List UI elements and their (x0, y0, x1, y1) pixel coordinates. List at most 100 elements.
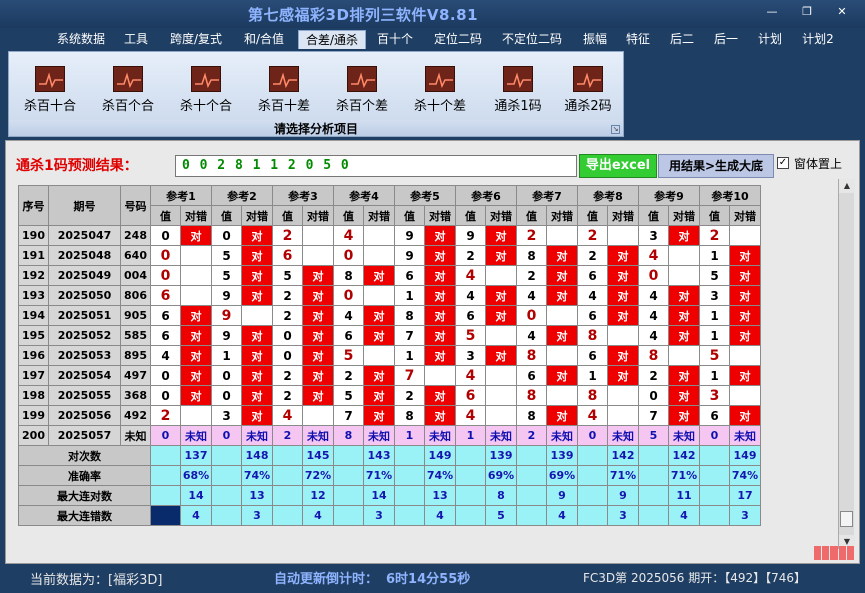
minimize-icon[interactable]: — (761, 4, 783, 20)
stats-label: 准确率 (18, 465, 151, 486)
menu-features[interactable]: 特征 (620, 30, 656, 49)
kill-hundreds-units-sum-button[interactable]: 杀百个合 (93, 66, 163, 118)
status-bar: 当前数据为：[福彩3D] 自动更新倒计时： 6时14分55秒 FC3D第 2025… (0, 565, 865, 593)
main-panel: 通杀1码预测结果： 0 0 2 8 1 1 2 0 5 0 导出excel 用结… (5, 140, 860, 564)
table-row[interactable]: 199 2025056 492 2 3 对 4 7 对 8 对 4 8 对 4 7 对 6 对 (18, 405, 761, 426)
table-row[interactable]: 195 2025052 585 6 对 9 对 0 对 6 对 7 对 5 4 对 8 4 对 1 对 (18, 325, 761, 346)
topmost-checkbox[interactable]: ✓ (777, 157, 789, 169)
menu-tools[interactable]: 工具 (118, 30, 154, 49)
header-value: 值 (211, 205, 242, 226)
ref-value: 0 (516, 305, 547, 326)
table-row[interactable]: 194 2025051 905 6 对 9 2 对 4 对 8 对 6 对 0 6 对 4 对 1 对 (18, 305, 761, 326)
header-value: 值 (577, 205, 608, 226)
stats-value: 72% (302, 465, 334, 486)
menu-last-one[interactable]: 后一 (708, 30, 744, 49)
table-row[interactable]: 193 2025050 806 6 9 对 2 对 0 1 对 4 对 4 对 4 对 4 对 3 对 (18, 285, 761, 306)
ref-value: 2 (577, 225, 608, 246)
menu-sum-diff-kill[interactable]: 合差/通杀 (298, 30, 366, 49)
row-number: 368 (120, 385, 151, 406)
stats-blank (638, 465, 669, 486)
header-check: 对错 (485, 205, 517, 226)
ref-value: 0 (272, 325, 303, 346)
row-seq: 200 (18, 425, 49, 446)
ref-value: 5 (699, 265, 730, 286)
menu-amplitude[interactable]: 振幅 (578, 30, 612, 49)
ref-check (180, 405, 212, 426)
kill-two-digits-button[interactable]: 通杀2码 (553, 66, 623, 118)
ref-check (668, 245, 700, 266)
kill-tens-units-sum-button[interactable]: 杀十个合 (171, 66, 241, 118)
header-period: 期号 (48, 185, 121, 226)
prediction-value-field[interactable]: 0 0 2 8 1 1 2 0 5 0 (175, 155, 577, 177)
chart-icon (191, 66, 221, 92)
menu-system-data[interactable]: 系统数据 (52, 30, 110, 49)
ref-check: 对 (607, 365, 639, 386)
close-icon[interactable]: ✕ (831, 4, 853, 20)
ref-check: 对 (363, 325, 395, 346)
ref-check: 对 (363, 265, 395, 286)
header-check: 对错 (668, 205, 700, 226)
ref-value: 7 (394, 365, 425, 386)
row-number: 497 (120, 365, 151, 386)
pending-value: 1 (455, 425, 486, 446)
table-row[interactable]: 190 2025047 248 0 对 0 对 2 4 9 对 9 对 2 2 3 对 2 (18, 225, 761, 246)
restore-icon[interactable]: ❐ (796, 4, 818, 20)
kill-hundreds-tens-diff-button[interactable]: 杀百十差 (249, 66, 319, 118)
scroll-thumb[interactable] (840, 511, 853, 527)
kill-hundreds-tens-sum-button[interactable]: 杀百十合 (15, 66, 85, 118)
stats-label: 对次数 (18, 445, 151, 466)
ref-check: 对 (241, 365, 273, 386)
ref-value: 0 (333, 285, 364, 306)
stats-label: 最大连对数 (18, 485, 151, 506)
ref-value: 4 (638, 245, 669, 266)
kill-hundreds-units-diff-button[interactable]: 杀百个差 (327, 66, 397, 118)
pending-row[interactable]: 200 2025057 未知 0 未知 0 未知 2 未知 8 未知 1 未知 1 未知 2 未知 0 未知 5 未知 0… (18, 425, 761, 446)
ref-value: 5 (272, 265, 303, 286)
stats-value: 5 (485, 505, 517, 526)
pending-check: 未知 (729, 425, 761, 446)
ref-value: 9 (211, 325, 242, 346)
ref-value: 8 (516, 345, 547, 366)
menu-unfixed-pair[interactable]: 不定位二码 (496, 30, 568, 49)
table-row[interactable]: 198 2025055 368 0 对 0 对 2 对 5 对 2 对 6 8 8 0 对 3 (18, 385, 761, 406)
menu-sum-value[interactable]: 和/合值 (236, 30, 292, 49)
menu-plan[interactable]: 计划 (752, 30, 788, 49)
export-excel-button[interactable]: 导出excel (579, 154, 657, 178)
progress-indicator (814, 546, 855, 560)
table-row[interactable]: 192 2025049 004 0 5 对 5 对 8 对 6 对 4 2 对 6 对 0 5 对 (18, 265, 761, 286)
menu-span-compound[interactable]: 跨度/复式 (164, 30, 228, 49)
kill-one-digit-button[interactable]: 通杀1码 (483, 66, 553, 118)
ref-value: 8 (516, 245, 547, 266)
menu-last-two[interactable]: 后二 (664, 30, 700, 49)
menu-fixed-pair[interactable]: 定位二码 (428, 30, 488, 49)
stats-value: 68% (180, 465, 212, 486)
kill-tens-units-diff-button[interactable]: 杀十个差 (405, 66, 475, 118)
ref-check: 对 (424, 265, 456, 286)
ref-value: 3 (455, 345, 486, 366)
table-row[interactable]: 191 2025048 640 0 5 对 6 0 9 对 2 对 8 对 2 对 4 1 对 (18, 245, 761, 266)
analysis-ribbon: 杀百十合 杀百个合 杀十个合 杀百十差 杀百个差 杀十个差 通杀1码 通杀2码 … (8, 51, 624, 137)
ref-value: 1 (699, 245, 730, 266)
pending-value: 2 (272, 425, 303, 446)
ref-check: 对 (363, 405, 395, 426)
ref-value: 0 (272, 345, 303, 366)
ref-check (485, 385, 517, 406)
pending-value: 0 (150, 425, 181, 446)
pending-check: 未知 (241, 425, 273, 446)
stats-value: 14 (363, 485, 395, 506)
stats-value: 4 (302, 505, 334, 526)
ref-value: 4 (333, 225, 364, 246)
ref-value: 6 (333, 325, 364, 346)
table-row[interactable]: 197 2025054 497 0 对 0 对 2 对 2 对 7 4 6 对 1 对 2 对 1 对 (18, 365, 761, 386)
table-row[interactable]: 196 2025053 895 4 对 1 对 0 对 5 1 对 3 对 8 6 对 8 5 (18, 345, 761, 366)
menu-plan-2[interactable]: 计划2 (796, 30, 840, 49)
vertical-scrollbar[interactable]: ▲ ▼ (838, 179, 855, 549)
scroll-up-icon[interactable]: ▲ (839, 179, 855, 193)
stats-blank (150, 485, 181, 506)
menu-position-digits[interactable]: 百十个 (372, 30, 418, 49)
dialog-launcher-icon[interactable]: ↘ (611, 125, 620, 134)
generate-base-button[interactable]: 用结果>生成大底 (658, 154, 774, 178)
header-seq: 序号 (18, 185, 49, 226)
stats-blank (577, 445, 608, 466)
ref-check: 对 (302, 265, 334, 286)
